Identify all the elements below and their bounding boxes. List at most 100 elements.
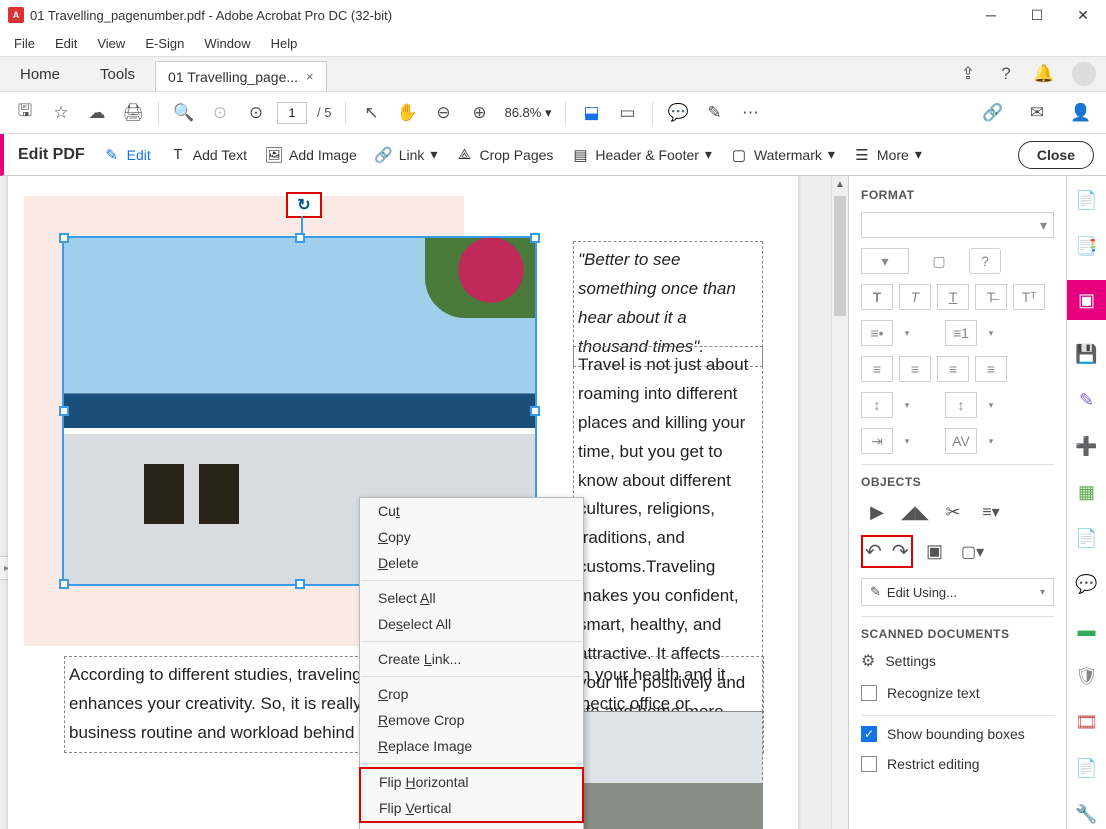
ctx-rotate-clockwise[interactable]: Rotate Clockwise: [360, 822, 583, 829]
more-button[interactable]: ☰More ▾: [853, 146, 922, 164]
zoom-level[interactable]: 86.8% ▾: [500, 103, 555, 123]
paragraph-spacing-icon[interactable]: ↕: [945, 392, 977, 418]
line-spacing-icon[interactable]: ↕: [861, 392, 893, 418]
rotate-handle[interactable]: ↻: [286, 192, 322, 218]
ctx-delete[interactable]: Delete: [360, 550, 583, 576]
ctx-flip-horizontal[interactable]: Flip Horizontal: [361, 769, 582, 795]
vertical-scrollbar[interactable]: ▲: [831, 176, 848, 829]
ruler-icon[interactable]: ▭: [612, 98, 642, 128]
bell-icon[interactable]: 🔔: [1034, 64, 1054, 84]
align-left-icon[interactable]: ≡: [861, 356, 893, 382]
minimize-button[interactable]: ─: [968, 0, 1014, 30]
search-icon[interactable]: 🔍: [169, 98, 199, 128]
font-size-dropdown[interactable]: ▾: [861, 248, 909, 274]
redact-icon[interactable]: ▬: [1075, 618, 1099, 642]
organize-icon[interactable]: ▦: [1075, 480, 1099, 504]
superscript-icon[interactable]: Tᵀ: [1013, 284, 1045, 310]
flip-vert-icon[interactable]: ▶: [861, 499, 893, 525]
resize-handle-tr[interactable]: [530, 233, 540, 243]
cloud-icon[interactable]: ☁: [82, 98, 112, 128]
comment-icon[interactable]: 💬: [663, 98, 693, 128]
crop-pages-button[interactable]: ⟁Crop Pages: [455, 146, 553, 164]
scroll-up-button[interactable]: ▲: [832, 176, 848, 193]
secondary-image[interactable]: [573, 711, 763, 829]
ctx-deselect-all[interactable]: Deselect All: [360, 611, 583, 637]
ctx-replace-image[interactable]: Replace Image: [360, 733, 583, 759]
email-icon[interactable]: ✉: [1022, 98, 1052, 128]
account-icon[interactable]: 👤: [1066, 98, 1096, 128]
sign-icon[interactable]: ✎: [1075, 388, 1099, 412]
print-icon[interactable]: 🖨: [118, 98, 148, 128]
link-icon[interactable]: 🔗: [978, 98, 1008, 128]
char-spacing-icon[interactable]: AV: [945, 428, 977, 454]
compress-icon[interactable]: 📄: [1075, 526, 1099, 550]
show-bounding-boxes-checkbox[interactable]: ✓: [861, 726, 877, 742]
more-rail-icon[interactable]: 📄: [1075, 756, 1099, 780]
indent-icon[interactable]: ⇥: [861, 428, 893, 454]
more-tools-icon[interactable]: ⋯: [735, 98, 765, 128]
highlight-icon[interactable]: ✎: [699, 98, 729, 128]
resize-handle-bm[interactable]: [295, 579, 305, 589]
hand-icon[interactable]: ✋: [392, 98, 422, 128]
ctx-cut[interactable]: Cut: [360, 498, 583, 524]
crop-tool-icon[interactable]: ✂: [937, 499, 969, 525]
zoom-in-icon[interactable]: ⊕: [464, 98, 494, 128]
tab-home[interactable]: Home: [0, 57, 80, 91]
tab-tools[interactable]: Tools: [80, 57, 155, 91]
header-footer-button[interactable]: ▤Header & Footer ▾: [571, 146, 712, 164]
ctx-copy[interactable]: Copy: [360, 524, 583, 550]
settings-rail-icon[interactable]: 🔧: [1075, 802, 1099, 826]
resize-handle-bl[interactable]: [59, 579, 69, 589]
italic-icon[interactable]: T: [899, 284, 931, 310]
strike-icon[interactable]: T̶: [975, 284, 1007, 310]
protect-icon[interactable]: 🛡: [1075, 664, 1099, 688]
combine-icon[interactable]: ➕: [1075, 434, 1099, 458]
share-icon[interactable]: ⇪: [958, 64, 978, 84]
page-up-icon[interactable]: ⊙: [205, 98, 235, 128]
document-area[interactable]: ▸ ↻ "Better to see something o: [0, 176, 831, 829]
menu-file[interactable]: File: [4, 34, 45, 53]
menu-edit[interactable]: Edit: [45, 34, 87, 53]
select-icon[interactable]: ↖: [356, 98, 386, 128]
zoom-out-icon[interactable]: ⊖: [428, 98, 458, 128]
ctx-select-all[interactable]: Select All: [360, 585, 583, 611]
recognize-checkbox[interactable]: [861, 685, 877, 701]
add-text-button[interactable]: TAdd Text: [169, 146, 247, 164]
bold-icon[interactable]: T: [861, 284, 893, 310]
maximize-button[interactable]: ☐: [1014, 0, 1060, 30]
settings-button[interactable]: Settings: [885, 653, 936, 669]
ctx-remove-crop[interactable]: Remove Crop: [360, 707, 583, 733]
resize-handle-ml[interactable]: [59, 406, 69, 416]
edit-pdf-rail-icon[interactable]: ▣: [1067, 280, 1106, 320]
font-color-button[interactable]: ▢: [915, 248, 963, 274]
resize-handle-tl[interactable]: [59, 233, 69, 243]
flip-horiz-icon[interactable]: ◢◣: [899, 499, 931, 525]
arrange-icon[interactable]: ▣: [919, 539, 951, 565]
export-pdf-icon[interactable]: 📑: [1075, 234, 1099, 258]
fit-width-icon[interactable]: ⬓: [576, 98, 606, 128]
tab-close-button[interactable]: ×: [306, 69, 314, 84]
tab-document[interactable]: 01 Travelling_page... ×: [155, 61, 327, 91]
close-window-button[interactable]: ✕: [1060, 0, 1106, 30]
create-pdf-icon[interactable]: 📄: [1075, 188, 1099, 212]
edit-using-dropdown[interactable]: Edit Using...: [887, 585, 1034, 600]
watermark-button[interactable]: ▢Watermark ▾: [730, 146, 835, 164]
save-icon[interactable]: 🖫: [10, 98, 40, 128]
resize-handle-mr[interactable]: [530, 406, 540, 416]
rotate-ccw-icon[interactable]: ↶: [865, 539, 882, 564]
rotate-cw-icon[interactable]: ↷: [892, 539, 909, 564]
star-icon[interactable]: ☆: [46, 98, 76, 128]
comment-rail-icon[interactable]: 💬: [1075, 572, 1099, 596]
bullet-list-icon[interactable]: ≡•: [861, 320, 893, 346]
menu-window[interactable]: Window: [194, 34, 260, 53]
info-icon[interactable]: ?: [969, 248, 1001, 274]
page-down-icon[interactable]: ⊙: [241, 98, 271, 128]
font-family-dropdown[interactable]: ▾: [861, 212, 1054, 238]
video-icon[interactable]: 🎞: [1075, 710, 1099, 734]
underline-icon[interactable]: T: [937, 284, 969, 310]
save-rail-icon[interactable]: 💾: [1075, 342, 1099, 366]
resize-handle-tm[interactable]: [295, 233, 305, 243]
link-button[interactable]: 🔗Link ▾: [375, 146, 438, 164]
align-right-icon[interactable]: ≡: [937, 356, 969, 382]
align-justify-icon[interactable]: ≡: [975, 356, 1007, 382]
